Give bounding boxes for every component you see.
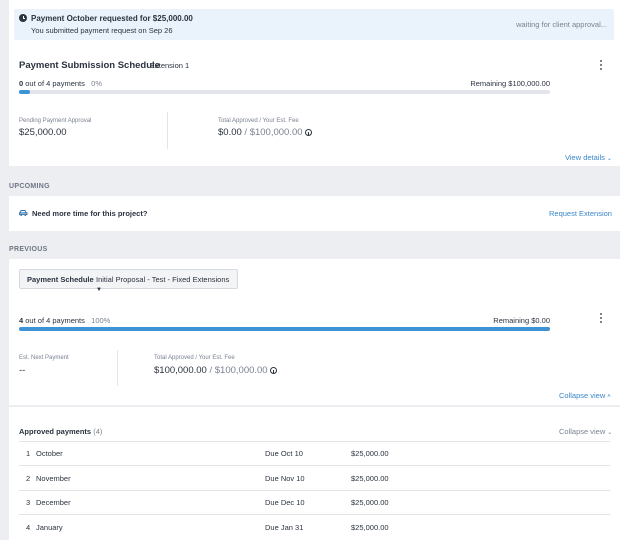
chevron-down-icon: ⌄ [607,430,613,436]
banner-subtitle: You submitted payment request on Sep 26 [31,26,173,35]
clock-icon [19,14,27,22]
row-amount: $25,000.00 [351,523,389,532]
pending-value: $25,000.00 [19,127,67,138]
request-extension-link[interactable]: Request Extension [549,209,612,218]
view-details-link[interactable]: View details ⌄ [565,153,612,162]
divider [167,112,168,149]
row-amount: $25,000.00 [351,498,389,507]
row-month: October [36,449,63,458]
row-month: November [36,474,71,483]
total-value: $0.00 / $100,000.00 [218,127,312,138]
car-icon [19,210,28,216]
caret-down-icon: ▼ [96,287,102,293]
schedule-progress-fill [19,90,30,94]
pending-label: Pending Payment Approval [19,118,92,124]
previous-total-label: Total Approved / Your Est. Fee [154,355,235,361]
upcoming-text: Need more time for this project? [32,209,148,218]
total-label: Total Approved / Your Est. Fee [218,118,299,124]
row-month: January [36,523,63,532]
schedule-count: 0 out of 4 payments 0% [19,79,102,88]
row-due-date: Due Oct 10 [265,449,303,458]
next-payment-value: -- [19,365,26,376]
dropdown-value: Initial Proposal - Test - Fixed Extensio… [96,275,230,293]
banner-status: waiting for client approval... [516,20,607,29]
row-divider [19,441,610,442]
previous-progress-fill [19,327,550,331]
divider [117,350,118,386]
info-icon[interactable] [304,129,312,136]
previous-total-value: $100,000.00 / $100,000.00 [154,365,277,376]
row-divider [19,490,610,491]
row-amount: $25,000.00 [351,474,389,483]
approved-title: Approved payments (4) [19,427,103,436]
row-divider [19,514,610,515]
row-month: December [36,498,71,507]
approved-collapse-link[interactable]: Collapse view ⌄ [559,427,612,436]
row-due-date: Due Jan 31 [265,523,304,532]
row-number: 3 [26,498,31,507]
row-due-date: Due Nov 10 [265,474,305,483]
previous-heading: PREVIOUS [9,246,48,253]
schedule-remaining: Remaining $100,000.00 [470,79,550,88]
info-icon[interactable] [269,367,277,374]
payment-schedule-dropdown[interactable]: Payment Schedule Initial Proposal - Test… [19,269,238,293]
row-number: 4 [26,523,31,532]
payment-request-banner: Payment October requested for $25,000.00… [14,9,614,40]
row-due-date: Due Dec 10 [265,498,305,507]
chevron-down-icon: ⌄ [606,156,612,162]
next-payment-label: Est. Next Payment [19,355,69,361]
row-amount: $25,000.00 [351,449,389,458]
previous-remaining: Remaining $0.00 [493,316,550,325]
row-number: 1 [26,449,31,458]
previous-more-icon[interactable] [598,313,604,323]
chevron-up-icon: ˄ [607,394,611,400]
schedule-title: Payment Submission Schedule [19,60,160,71]
upcoming-heading: UPCOMING [9,183,50,190]
schedule-progress-bar [19,90,550,94]
schedule-extension: Extension 1 [150,61,190,70]
previous-progress-bar [19,327,550,331]
row-number: 2 [26,474,31,483]
dropdown-label: Payment Schedule [27,275,94,284]
banner-title: Payment October requested for $25,000.00 [31,14,193,23]
previous-count: 4 out of 4 payments 100% [19,316,111,325]
row-divider [19,465,610,466]
schedule-more-icon[interactable] [598,60,604,70]
collapse-view-link[interactable]: Collapse view ˄ [559,391,611,400]
